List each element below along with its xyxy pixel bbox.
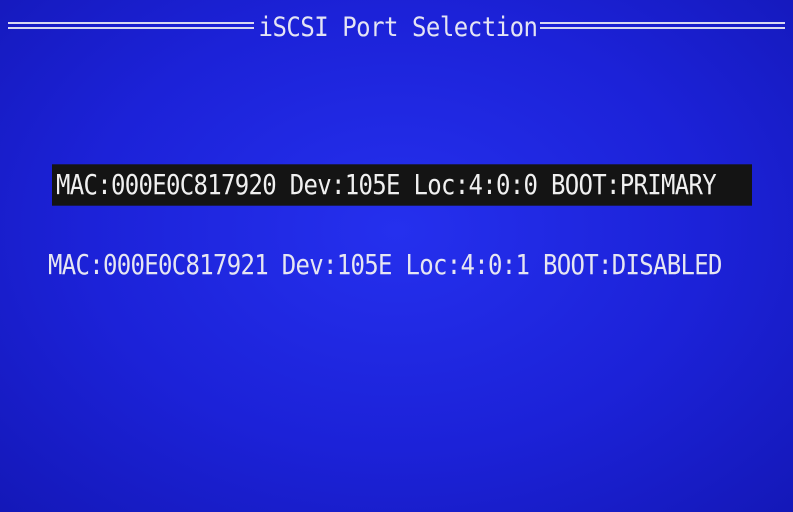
- title-border-left: [8, 22, 254, 29]
- port-item-primary[interactable]: MAC:000E0C817920 Dev:105E Loc:4:0:0 BOOT…: [52, 164, 752, 206]
- page-title: iSCSI Port Selection: [258, 11, 538, 43]
- bios-screen: iSCSI Port Selection MAC:000E0C817920 De…: [0, 0, 793, 512]
- title-bar: iSCSI Port Selection: [8, 12, 785, 42]
- port-item-secondary[interactable]: MAC:000E0C817921 Dev:105E Loc:4:0:1 BOOT…: [48, 244, 748, 285]
- title-border-right: [540, 22, 785, 29]
